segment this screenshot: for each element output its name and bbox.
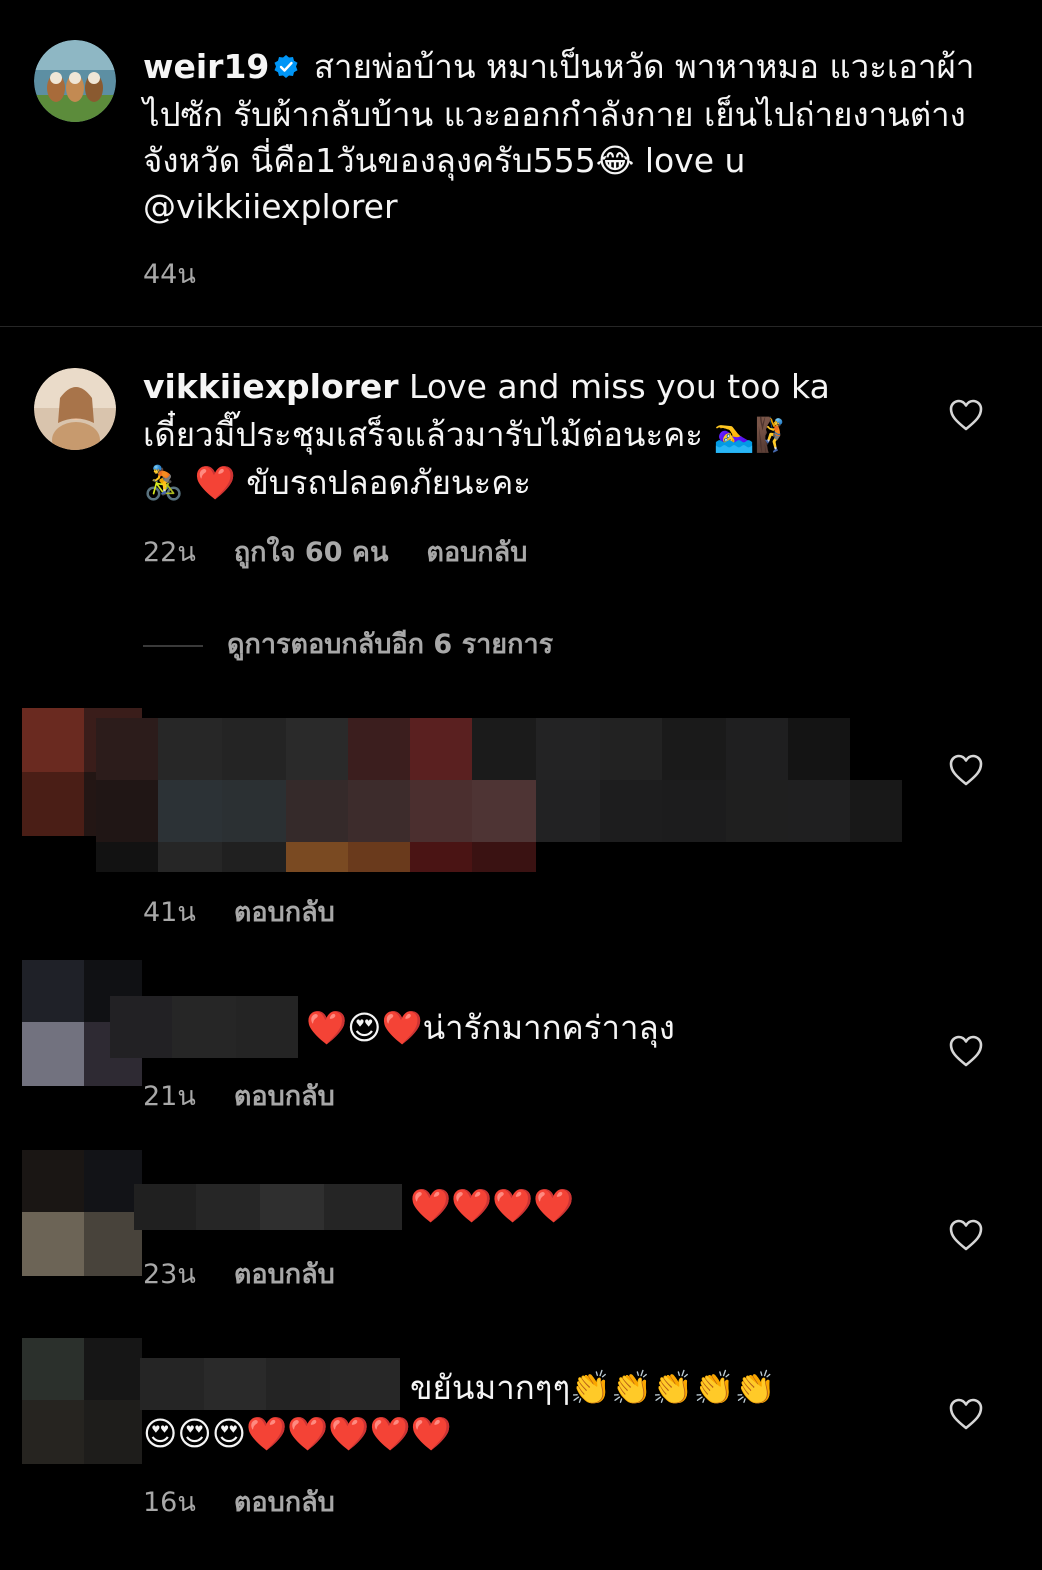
censored-avatar bbox=[22, 1338, 142, 1464]
swimmer-emoji-icon: 🏊‍♀️ bbox=[713, 415, 755, 454]
like-heart-icon[interactable] bbox=[948, 753, 984, 787]
view-more-line bbox=[143, 644, 203, 647]
comment-username[interactable]: vikkiiexplorer bbox=[143, 367, 399, 406]
like-heart-icon[interactable] bbox=[948, 1034, 984, 1068]
reply-button[interactable]: ตอบกลับ bbox=[426, 537, 527, 568]
like-heart-icon[interactable] bbox=[948, 1218, 984, 1252]
post-author-avatar[interactable] bbox=[34, 40, 116, 122]
comment-meta: 16น ตอบกลับ bbox=[143, 1480, 373, 1523]
comment-timestamp: 41น bbox=[143, 897, 196, 928]
post-timestamp: 44น bbox=[143, 259, 196, 290]
reply-button[interactable]: ตอบกลับ bbox=[234, 1081, 335, 1112]
mention-link[interactable]: @vikkiiexplorer bbox=[143, 187, 398, 226]
post-caption: weir19 สายพ่อบ้าน หมาเป็นหวัด พาหาหมอ แว… bbox=[143, 44, 993, 230]
comment-body-line2: 😍😍😍❤️❤️❤️❤️❤️ bbox=[143, 1410, 452, 1458]
comment-meta: 21น ตอบกลับ bbox=[143, 1074, 373, 1117]
laugh-emoji-icon: 😂 bbox=[595, 141, 635, 180]
comment-body: vikkiiexplorer Love and miss you too ka … bbox=[143, 363, 923, 507]
comment-meta: 22น ถูกใจ 60 คน ตอบกลับ bbox=[143, 530, 565, 573]
comment-timestamp: 21น bbox=[143, 1081, 196, 1112]
comment-timestamp: 23น bbox=[143, 1259, 196, 1290]
like-heart-icon[interactable] bbox=[948, 398, 984, 432]
heart-emoji-icon: ❤️ bbox=[194, 463, 236, 502]
reply-button[interactable]: ตอบกลับ bbox=[234, 1487, 335, 1518]
likes-count[interactable]: ถูกใจ 60 คน bbox=[234, 537, 389, 568]
view-more-replies[interactable]: ดูการตอบกลับอีก 6 รายการ bbox=[143, 622, 553, 665]
post-author-username[interactable]: weir19 bbox=[143, 47, 269, 86]
comment-body: ขยันมากๆๆ👏👏👏👏👏 bbox=[410, 1364, 776, 1412]
comment-text-line2: เดี๋ยวมี๊ประชุมเสร็จแล้วมารับไม้ต่อนะคะ bbox=[143, 415, 704, 454]
emoji-group: ❤️😍❤️ bbox=[306, 1008, 423, 1047]
comment-body: ❤️❤️❤️❤️ bbox=[410, 1182, 574, 1230]
emoji-group: 😍😍😍❤️❤️❤️❤️❤️ bbox=[143, 1414, 452, 1453]
censored-username bbox=[140, 1358, 400, 1410]
verified-badge-icon bbox=[273, 46, 299, 92]
reply-button[interactable]: ตอบกลับ bbox=[234, 897, 335, 928]
reply-button[interactable]: ตอบกลับ bbox=[234, 1259, 335, 1290]
comment-text-line1: Love and miss you too ka bbox=[409, 367, 830, 406]
censored-comment-text bbox=[96, 718, 902, 872]
post-meta: 44น bbox=[143, 252, 234, 295]
emoji-group: ❤️❤️❤️❤️ bbox=[410, 1186, 575, 1225]
comment-meta: 41น ตอบกลับ bbox=[143, 890, 373, 933]
comment-timestamp: 16น bbox=[143, 1487, 196, 1518]
cyclist-emoji-icon: 🚴 bbox=[143, 463, 185, 502]
clap-emoji-group: 👏👏👏👏👏 bbox=[570, 1368, 776, 1407]
censored-avatar bbox=[22, 1150, 142, 1276]
comment-avatar[interactable] bbox=[34, 368, 116, 450]
comment-text: น่ารักมากคร่าาลุง bbox=[422, 1008, 675, 1047]
censored-username bbox=[134, 1184, 402, 1230]
climber-emoji-icon: 🧗 bbox=[754, 415, 796, 454]
comment-text: ขยันมากๆๆ bbox=[410, 1368, 571, 1407]
comment-meta: 23น ตอบกลับ bbox=[143, 1252, 373, 1295]
divider bbox=[0, 326, 1042, 327]
comment-body: ❤️😍❤️น่ารักมากคร่าาลุง bbox=[306, 1004, 675, 1052]
view-more-replies-label[interactable]: ดูการตอบกลับอีก 6 รายการ bbox=[227, 629, 553, 660]
post-caption-tail: love u bbox=[634, 141, 746, 180]
comment-text-line3: ขับรถปลอดภัยนะคะ bbox=[246, 463, 531, 502]
like-heart-icon[interactable] bbox=[948, 1397, 984, 1431]
comment-timestamp: 22น bbox=[143, 537, 196, 568]
censored-username bbox=[110, 996, 298, 1058]
